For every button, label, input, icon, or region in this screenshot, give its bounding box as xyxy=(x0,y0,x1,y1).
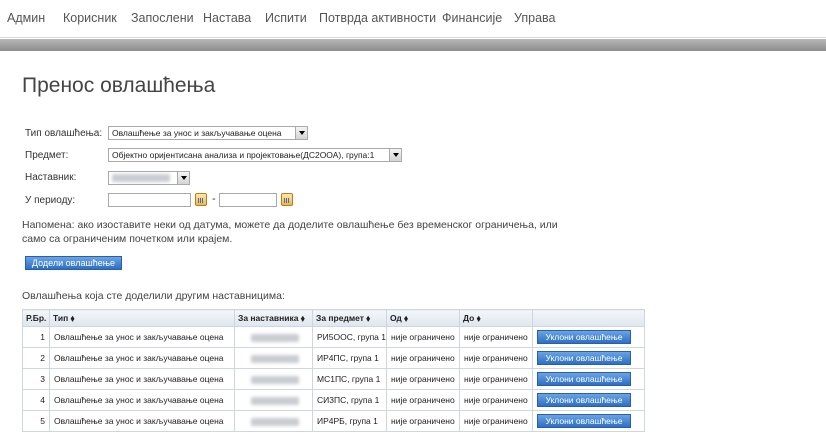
nav-item-teaching[interactable]: Настава xyxy=(203,11,251,25)
cell-number: 1 xyxy=(22,326,50,348)
subject-select-value: Објектно оријентисана анализа и пројекто… xyxy=(112,150,375,160)
cell-from: није ограничено xyxy=(386,389,460,411)
cell-type: Овлашћење за унос и закључавање оцена xyxy=(49,368,235,390)
remove-authorization-button[interactable]: Уклони овлашћење xyxy=(537,393,631,407)
cell-action: Уклони овлашћење xyxy=(532,326,645,348)
col-header-to[interactable]: До ⬧ xyxy=(459,309,533,327)
calendar-icon[interactable] xyxy=(195,193,207,206)
cell-action: Уклони овлашћење xyxy=(532,347,645,369)
nav-item-user[interactable]: Корисник xyxy=(63,11,117,25)
table-row: 3 Овлашћење за унос и закључавање оцена … xyxy=(22,368,645,390)
nav-item-finance[interactable]: Финансије xyxy=(442,11,502,25)
page-title: Пренос овлашћења xyxy=(22,74,216,97)
cell-subject: ИР4РБ, група 1 xyxy=(312,410,387,432)
teacher-label: Наставник: xyxy=(25,172,77,183)
col-header-subject[interactable]: За предмет ⬧ xyxy=(312,309,387,327)
nav-item-exams[interactable]: Испити xyxy=(265,11,307,25)
cell-from: није ограничено xyxy=(386,368,460,390)
cell-action: Уклони овлашћење xyxy=(532,389,645,411)
authorizations-table: Р.Бр. Тип ⬧ За наставника ⬧ За предмет ⬧… xyxy=(22,309,645,432)
remove-authorization-button[interactable]: Уклони овлашћење xyxy=(537,372,631,386)
col-header-from[interactable]: Од ⬧ xyxy=(386,309,460,327)
col-header-type[interactable]: Тип ⬧ xyxy=(49,309,235,327)
cell-type: Овлашћење за унос и закључавање оцена xyxy=(49,347,235,369)
table-header-row: Р.Бр. Тип ⬧ За наставника ⬧ За предмет ⬧… xyxy=(22,309,645,327)
table-row: 1 Овлашћење за унос и закључавање оцена … xyxy=(22,326,645,348)
cell-type: Овлашћење за унос и закључавање оцена xyxy=(49,410,235,432)
period-from-input[interactable] xyxy=(108,193,191,207)
cell-number: 5 xyxy=(22,410,50,432)
cell-action: Уклони овлашћење xyxy=(532,368,645,390)
calendar-icon[interactable] xyxy=(281,193,293,206)
cell-number: 4 xyxy=(22,389,50,411)
cell-subject: ИР4ПС, група 1 xyxy=(312,347,387,369)
teacher-select[interactable] xyxy=(108,171,190,185)
subject-select[interactable]: Објектно оријентисана анализа и пројекто… xyxy=(108,148,402,162)
table-row: 4 Овлашћење за унос и закључавање оцена … xyxy=(22,389,645,411)
chevron-down-icon xyxy=(295,127,307,139)
cell-subject: МС1ПС, група 1 xyxy=(312,368,387,390)
nav-item-activity-confirmation[interactable]: Потврда активности xyxy=(319,11,436,25)
col-header-action xyxy=(532,309,645,327)
cell-to: није ограничено xyxy=(459,347,533,369)
nav-item-admin[interactable]: Админ xyxy=(7,11,45,25)
cell-number: 2 xyxy=(22,347,50,369)
remove-authorization-button[interactable]: Уклони овлашћење xyxy=(537,351,631,365)
table-row: 5 Овлашћење за унос и закључавање оцена … xyxy=(22,410,645,432)
cell-type: Овлашћење за унос и закључавање оцена xyxy=(49,389,235,411)
cell-teacher xyxy=(234,389,313,411)
table-caption: Овлашћења која сте доделили другим наста… xyxy=(22,290,285,302)
chevron-down-icon xyxy=(177,172,189,184)
teacher-name-redacted xyxy=(251,417,299,426)
header-band xyxy=(0,39,826,51)
cell-type: Овлашћење за унос и закључавање оцена xyxy=(49,326,235,348)
cell-to: није ограничено xyxy=(459,368,533,390)
cell-from: није ограничено xyxy=(386,326,460,348)
remove-authorization-button[interactable]: Уклони овлашћење xyxy=(537,330,631,344)
cell-teacher xyxy=(234,326,313,348)
cell-teacher xyxy=(234,368,313,390)
teacher-name-redacted xyxy=(251,333,299,342)
type-label: Тип овлашћења: xyxy=(25,128,103,139)
note-text: Напомена: ако изоставите неки од датума,… xyxy=(22,219,558,245)
subject-label: Предмет: xyxy=(25,150,69,161)
cell-to: није ограничено xyxy=(459,410,533,432)
cell-number: 3 xyxy=(22,368,50,390)
nav-item-employees[interactable]: Запослени xyxy=(131,11,194,25)
cell-from: није ограничено xyxy=(386,347,460,369)
teacher-name-redacted xyxy=(251,354,299,363)
period-label: У периоду: xyxy=(25,195,76,206)
cell-from: није ограничено xyxy=(386,410,460,432)
teacher-name-redacted xyxy=(251,375,299,384)
cell-subject: СИ3ПС, група 1 xyxy=(312,389,387,411)
cell-action: Уклони овлашћење xyxy=(532,410,645,432)
remove-authorization-button[interactable]: Уклони овлашћење xyxy=(537,414,631,428)
teacher-select-value-redacted xyxy=(112,174,170,182)
col-header-number[interactable]: Р.Бр. xyxy=(22,309,50,327)
teacher-name-redacted xyxy=(251,396,299,405)
period-separator: - xyxy=(212,193,216,205)
nav-item-management[interactable]: Управа xyxy=(514,11,556,25)
period-to-input[interactable] xyxy=(219,193,277,207)
chevron-down-icon xyxy=(389,149,401,161)
cell-to: није ограничено xyxy=(459,326,533,348)
cell-teacher xyxy=(234,347,313,369)
col-header-teacher[interactable]: За наставника ⬧ xyxy=(234,309,313,327)
cell-subject: РИ5ООС, група 1 xyxy=(312,326,387,348)
type-select-value: Овлашћење за унос и закључавање оцена xyxy=(112,128,282,138)
top-navigation: Админ Корисник Запослени Настава Испити … xyxy=(0,0,826,38)
table-row: 2 Овлашћење за унос и закључавање оцена … xyxy=(22,347,645,369)
type-select[interactable]: Овлашћење за унос и закључавање оцена xyxy=(108,126,308,140)
cell-to: није ограничено xyxy=(459,389,533,411)
cell-teacher xyxy=(234,410,313,432)
assign-authorization-button[interactable]: Додели овлашћење xyxy=(25,256,122,270)
